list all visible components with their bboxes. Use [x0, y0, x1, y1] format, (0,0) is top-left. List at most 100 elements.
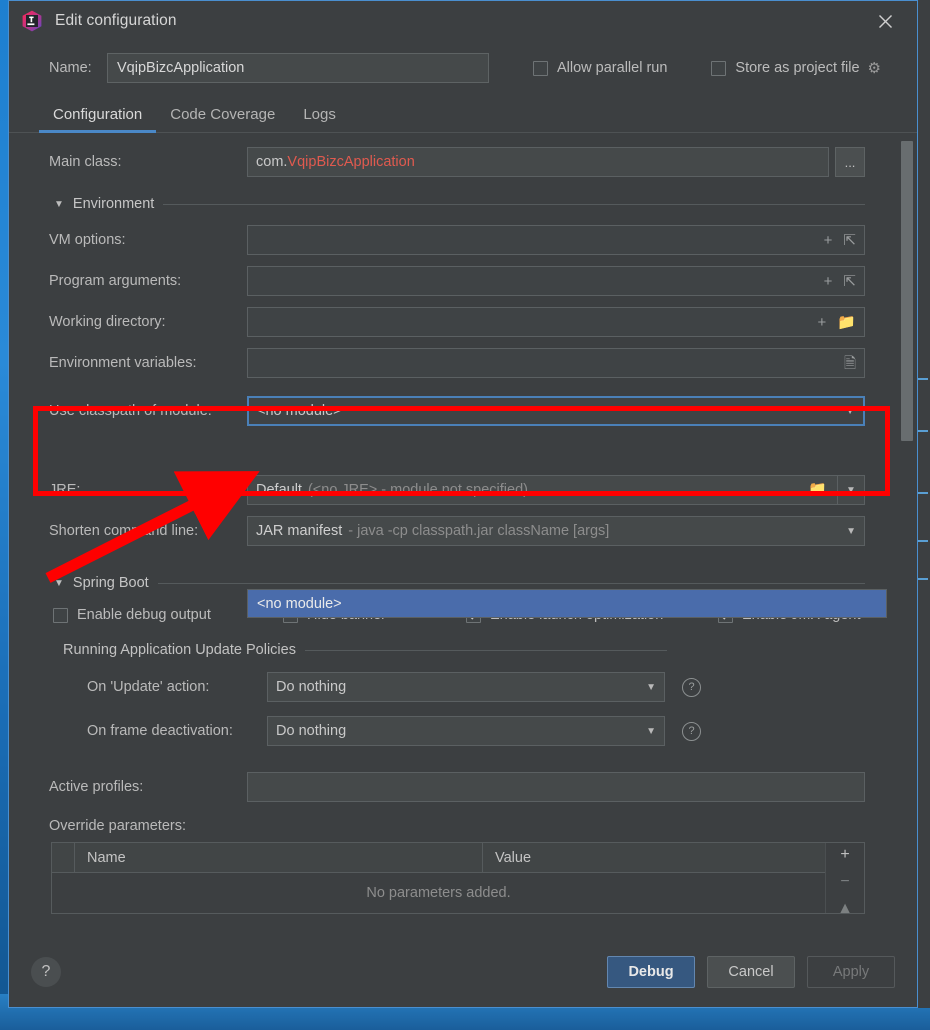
name-label: Name:	[49, 60, 92, 76]
column-header-name[interactable]: Name	[75, 843, 483, 872]
jre-label: JRE:	[49, 482, 81, 498]
tab-bar: Configuration Code Coverage Logs	[9, 99, 917, 133]
dropdown-option-no-module[interactable]: <no module>	[248, 590, 886, 617]
configuration-panel: Main class: com. VqipBizcApplication ... …	[9, 133, 917, 991]
shorten-command-line-value: JAR manifest	[256, 523, 343, 539]
plus-icon[interactable]: +	[824, 233, 833, 248]
override-parameters-label: Override parameters:	[49, 818, 186, 834]
jre-combo[interactable]: Default (<no JRE> - module not specified…	[247, 475, 865, 505]
environment-variables-input[interactable]: 🗎	[247, 348, 865, 378]
folder-icon[interactable]: 📁	[837, 315, 856, 330]
table-empty-message: No parameters added.	[366, 885, 511, 901]
vm-options-input[interactable]: + ⇱	[247, 225, 865, 255]
expand-icon[interactable]: ⇱	[843, 233, 856, 248]
store-as-project-file-checkbox[interactable]: Store as project file ⚙	[711, 59, 881, 77]
main-class-prefix: com.	[256, 154, 288, 170]
active-profiles-label: Active profiles:	[49, 779, 144, 795]
use-classpath-of-module-row: Use classpath of module: <no module> ▼	[9, 396, 917, 426]
chevron-down-icon[interactable]: ▼	[646, 682, 656, 693]
move-up-icon[interactable]: ▲	[837, 901, 853, 917]
close-icon[interactable]	[871, 7, 899, 35]
table-toolbar: + − ▲	[825, 843, 864, 917]
override-parameters-table: Name Value No parameters added. + − ▲	[51, 842, 865, 917]
main-class-browse-button[interactable]: ...	[835, 147, 865, 177]
chevron-down-icon[interactable]: ▼	[646, 726, 656, 737]
scrollbar-thumb[interactable]	[901, 141, 913, 441]
program-arguments-input[interactable]: + ⇱	[247, 266, 865, 296]
add-icon[interactable]: +	[840, 847, 849, 863]
main-class-input[interactable]: com. VqipBizcApplication	[247, 147, 829, 177]
list-icon[interactable]: 🗎	[844, 356, 856, 371]
active-profiles-row: Active profiles:	[9, 772, 917, 802]
tab-code-coverage[interactable]: Code Coverage	[156, 106, 289, 132]
main-class-name: VqipBizcApplication	[287, 154, 415, 170]
use-classpath-of-module-label: Use classpath of module:	[49, 403, 212, 419]
vm-options-label: VM options:	[49, 232, 126, 248]
allow-parallel-run-label: Allow parallel run	[557, 60, 668, 76]
use-classpath-of-module-combo[interactable]: <no module> ▼	[247, 396, 865, 426]
dialog-title: Edit configuration	[55, 12, 177, 29]
main-class-row: Main class: com. VqipBizcApplication ...	[9, 147, 917, 177]
jre-dropdown-arrow[interactable]: ▼	[837, 476, 864, 504]
apply-button[interactable]: Apply	[807, 956, 895, 988]
tab-logs[interactable]: Logs	[289, 106, 350, 132]
edit-configuration-dialog: Edit configuration Name: Allow parallel …	[8, 0, 918, 1008]
table-header-row: Name Value	[52, 843, 825, 873]
plus-icon[interactable]: +	[824, 274, 833, 289]
active-profiles-input[interactable]	[247, 772, 865, 802]
remove-icon[interactable]: −	[840, 874, 849, 890]
on-update-action-combo[interactable]: Do nothing ▼	[267, 672, 665, 702]
shorten-command-line-combo[interactable]: JAR manifest - java -cp classpath.jar cl…	[247, 516, 865, 546]
on-frame-deactivation-value: Do nothing	[276, 723, 347, 739]
working-directory-input[interactable]: + 📁	[247, 307, 865, 337]
on-frame-deactivation-label: On frame deactivation:	[87, 723, 233, 739]
plus-icon[interactable]: +	[818, 315, 827, 330]
chevron-down-icon[interactable]: ▼	[54, 199, 64, 210]
store-as-project-file-label: Store as project file	[735, 60, 860, 76]
intellij-idea-icon	[21, 10, 43, 32]
jre-row: JRE: Default (<no JRE> - module not spec…	[9, 475, 917, 505]
help-icon[interactable]: ?	[682, 677, 701, 697]
allow-parallel-run-box[interactable]	[533, 60, 548, 76]
shorten-command-line-row: Shorten command line: JAR manifest - jav…	[9, 516, 917, 546]
use-classpath-of-module-dropdown[interactable]: <no module>	[247, 589, 887, 618]
help-icon[interactable]: ?	[682, 721, 701, 741]
environment-section-label: Environment	[72, 196, 155, 212]
expand-icon[interactable]: ⇱	[843, 274, 856, 289]
chevron-down-icon[interactable]: ▼	[846, 526, 856, 537]
working-directory-row: Working directory: + 📁	[9, 307, 917, 337]
environment-variables-label: Environment variables:	[49, 355, 197, 371]
on-update-action-label: On 'Update' action:	[87, 679, 210, 695]
environment-section-header[interactable]: ▼ Environment	[9, 194, 917, 214]
column-header-value[interactable]: Value	[483, 843, 543, 872]
chevron-down-icon[interactable]: ▼	[845, 406, 855, 417]
debug-button[interactable]: Debug	[607, 956, 695, 988]
allow-parallel-run-checkbox[interactable]: Allow parallel run	[533, 60, 667, 76]
section-divider	[157, 582, 865, 584]
working-directory-label: Working directory:	[49, 314, 166, 330]
cancel-button[interactable]: Cancel	[707, 956, 795, 988]
chevron-down-icon[interactable]: ▼	[54, 578, 64, 589]
dialog-footer: ? Debug Cancel Apply	[9, 937, 917, 1007]
enable-debug-output-label: Enable debug output	[77, 607, 211, 623]
on-frame-deactivation-combo[interactable]: Do nothing ▼	[267, 716, 665, 746]
jre-hint: (<no JRE> - module not specified)	[307, 482, 528, 498]
enable-debug-output-box[interactable]	[53, 607, 68, 623]
main-class-label: Main class:	[49, 154, 122, 170]
use-classpath-of-module-value: <no module>	[257, 403, 342, 419]
on-update-action-value: Do nothing	[276, 679, 347, 695]
gear-icon[interactable]: ⚙	[868, 59, 881, 77]
update-policies-label: Running Application Update Policies	[63, 642, 296, 658]
help-button[interactable]: ?	[31, 957, 61, 987]
name-input[interactable]	[107, 53, 489, 83]
section-divider	[304, 649, 667, 651]
vm-options-row: VM options: + ⇱	[9, 225, 917, 255]
on-frame-deactivation-row: On frame deactivation: Do nothing ▼ ?	[9, 716, 917, 746]
jre-value: Default	[256, 482, 302, 498]
tab-configuration[interactable]: Configuration	[39, 106, 157, 133]
folder-icon[interactable]: 📁	[808, 481, 827, 498]
program-arguments-label: Program arguments:	[49, 273, 182, 289]
name-row: Name: Allow parallel run Store as projec…	[9, 51, 917, 85]
table-gutter	[52, 843, 75, 872]
store-as-project-file-box[interactable]	[711, 60, 727, 76]
